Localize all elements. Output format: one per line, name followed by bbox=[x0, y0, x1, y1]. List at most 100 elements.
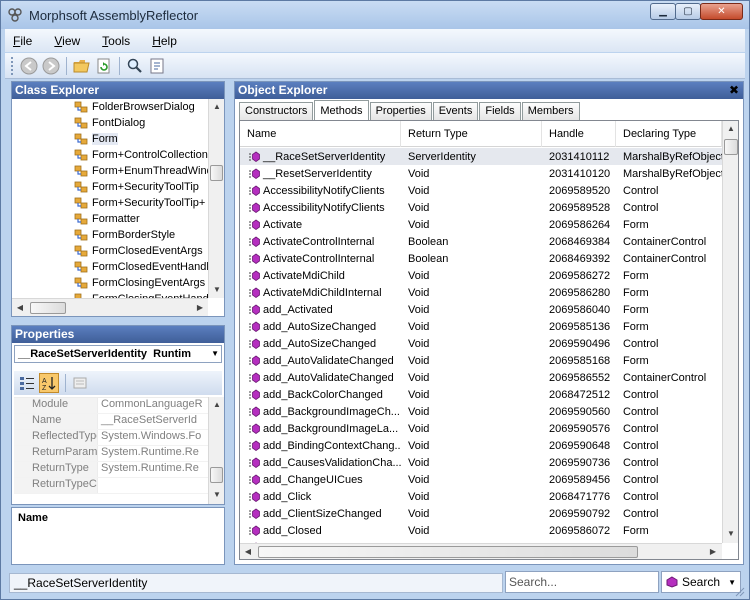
tab-properties[interactable]: Properties bbox=[369, 102, 432, 120]
property-row[interactable]: Name __RaceSetServerId bbox=[14, 414, 208, 430]
maximize-button[interactable]: ▢ bbox=[675, 3, 701, 20]
cell-handle: 2069590648 bbox=[549, 439, 611, 452]
table-row[interactable]: ActivateMdiChildInternal Void 2069586280 Fo… bbox=[240, 284, 722, 301]
tab-constructors[interactable]: Constructors bbox=[239, 102, 314, 120]
title-bar[interactable]: Morphsoft AssemblyReflector ▁ ▢ ✕ bbox=[1, 1, 749, 29]
scroll-left-arrow-icon[interactable]: ◀ bbox=[12, 300, 28, 316]
table-row[interactable]: add_BackgroundImageCh... Void 2069590560 Co… bbox=[240, 403, 722, 420]
tree-item[interactable]: FontDialog bbox=[12, 115, 208, 131]
scroll-left-arrow-icon[interactable]: ◀ bbox=[240, 544, 256, 559]
alphabetical-button[interactable]: AZ bbox=[39, 373, 59, 393]
scroll-down-arrow-icon[interactable]: ▼ bbox=[209, 487, 225, 503]
column-header-name[interactable]: Name bbox=[240, 121, 401, 147]
table-row[interactable]: add_AutoSizeChanged Void 2069585136 Form bbox=[240, 318, 722, 335]
table-row[interactable]: __ResetServerIdentity Void 2031410120 Marsh… bbox=[240, 165, 722, 182]
forward-button[interactable] bbox=[40, 55, 62, 77]
tab-fields[interactable]: Fields bbox=[479, 102, 521, 120]
scroll-right-arrow-icon[interactable]: ▶ bbox=[705, 544, 721, 559]
tab-events[interactable]: Events bbox=[432, 102, 479, 120]
scroll-down-arrow-icon[interactable]: ▼ bbox=[209, 282, 225, 298]
scroll-thumb[interactable] bbox=[210, 165, 223, 181]
search-tool-button[interactable] bbox=[124, 55, 146, 77]
scroll-thumb[interactable] bbox=[258, 546, 638, 558]
column-header-return-type[interactable]: Return Type bbox=[401, 121, 542, 147]
member-selector-dropdown[interactable]: __RaceSetServerIdentity Runtim ▼ bbox=[14, 345, 222, 363]
minimize-button[interactable]: ▁ bbox=[650, 3, 676, 20]
tree-item[interactable]: Form+SecurityToolTip+ bbox=[12, 195, 208, 211]
tree-item[interactable]: Form+SecurityToolTip bbox=[12, 179, 208, 195]
column-header-declaring-type[interactable]: Declaring Type bbox=[616, 121, 722, 147]
scroll-up-arrow-icon[interactable]: ▲ bbox=[209, 397, 225, 413]
property-row[interactable]: Module CommonLanguageR bbox=[14, 398, 208, 414]
table-row[interactable]: Activate Void 2069586264 Form bbox=[240, 216, 722, 233]
refresh-button[interactable] bbox=[93, 55, 115, 77]
categorized-button[interactable] bbox=[17, 373, 37, 393]
table-row[interactable]: add_Closed Void 2069586072 Form bbox=[240, 522, 722, 539]
search-input[interactable] bbox=[505, 571, 659, 593]
scroll-thumb[interactable] bbox=[210, 467, 223, 483]
table-row[interactable]: ActivateControlInternal Boolean 2068469392… bbox=[240, 250, 722, 267]
scroll-down-arrow-icon[interactable]: ▼ bbox=[723, 526, 738, 542]
table-row[interactable]: add_CausesValidationCha... Void 2069590736… bbox=[240, 454, 722, 471]
menu-tools[interactable]: Tools bbox=[102, 34, 130, 48]
scroll-up-arrow-icon[interactable]: ▲ bbox=[209, 99, 225, 115]
tree-item[interactable]: Form+EnumThreadWind bbox=[12, 163, 208, 179]
tree-item[interactable]: FormClosingEventHandl bbox=[12, 291, 208, 298]
property-row[interactable]: ReturnParameterSystem.Runtime.Re bbox=[14, 446, 208, 462]
toolbar-grip[interactable] bbox=[11, 56, 14, 75]
table-row[interactable]: AccessibilityNotifyClients Void 2069589528… bbox=[240, 199, 722, 216]
cell-return-type: Void bbox=[408, 507, 430, 520]
table-row[interactable]: add_BindingContextChang... Void 2069590648… bbox=[240, 437, 722, 454]
property-row[interactable]: ReflectedType System.Windows.Fo bbox=[14, 430, 208, 446]
table-row[interactable]: AccessibilityNotifyClients Void 2069589520… bbox=[240, 182, 722, 199]
table-row[interactable]: add_BackgroundImageLa... Void 2069590576 Co… bbox=[240, 420, 722, 437]
property-row[interactable]: ReturnType System.Runtime.Re bbox=[14, 462, 208, 478]
close-icon[interactable]: ✖ bbox=[729, 82, 739, 99]
menu-view[interactable]: View bbox=[54, 34, 80, 48]
resize-grip-icon[interactable] bbox=[735, 587, 745, 597]
property-grid-vscrollbar[interactable]: ▲ ▼ bbox=[208, 397, 224, 504]
table-row[interactable]: __RaceSetServerIdentity ServerIdentity 203… bbox=[240, 148, 722, 165]
table-row[interactable]: add_BackColorChanged Void 2068472512 Contro… bbox=[240, 386, 722, 403]
properties-button[interactable] bbox=[146, 55, 168, 77]
table-row[interactable]: ActivateMdiChild Void 2069586272 Form bbox=[240, 267, 722, 284]
table-row[interactable]: add_AutoValidateChanged Void 2069585168 For… bbox=[240, 352, 722, 369]
scroll-thumb[interactable] bbox=[724, 139, 738, 155]
tree-item[interactable]: FormClosedEventArgs bbox=[12, 243, 208, 259]
scroll-thumb[interactable] bbox=[30, 302, 66, 314]
class-tree-hscrollbar[interactable]: ◀ ▶ bbox=[12, 298, 208, 316]
tree-item[interactable]: FormClosedEventHandl bbox=[12, 259, 208, 275]
scroll-up-arrow-icon[interactable]: ▲ bbox=[723, 121, 738, 137]
property-value bbox=[98, 478, 208, 493]
members-list-vscrollbar[interactable]: ▲ ▼ bbox=[722, 121, 738, 543]
close-button[interactable]: ✕ bbox=[700, 3, 743, 20]
back-button[interactable] bbox=[18, 55, 40, 77]
class-tree-vscrollbar[interactable]: ▲ ▼ bbox=[208, 99, 224, 298]
menu-help[interactable]: Help bbox=[152, 34, 177, 48]
tree-item[interactable]: FormClosingEventArgs bbox=[12, 275, 208, 291]
property-row[interactable]: ReturnTypeCustom bbox=[14, 478, 208, 494]
method-name: add_ChangeUICues bbox=[263, 473, 363, 486]
tree-item[interactable]: FormBorderStyle bbox=[12, 227, 208, 243]
table-row[interactable]: add_AutoSizeChanged Void 2069590496 Control bbox=[240, 335, 722, 352]
property-pages-button[interactable] bbox=[70, 373, 90, 393]
table-row[interactable]: add_Click Void 2068471776 Control bbox=[240, 488, 722, 505]
tree-item[interactable]: Form bbox=[12, 131, 208, 147]
menu-file[interactable]: File bbox=[13, 34, 32, 48]
table-row[interactable]: add_Activated Void 2069586040 Form bbox=[240, 301, 722, 318]
table-row[interactable]: ActivateControlInternal Boolean 2068469384… bbox=[240, 233, 722, 250]
tree-item[interactable]: Form+ControlCollection bbox=[12, 147, 208, 163]
table-row[interactable]: add_ClientSizeChanged Void 2069590792 Contr… bbox=[240, 505, 722, 522]
tree-item[interactable]: Formatter bbox=[12, 211, 208, 227]
table-row[interactable]: add_ChangeUICues Void 2069589456 Control bbox=[240, 471, 722, 488]
table-row[interactable]: add_AutoValidateChanged Void 2069586552 Con… bbox=[240, 369, 722, 386]
members-list-hscrollbar[interactable]: ◀ ▶ bbox=[240, 543, 722, 559]
cell-declaring-type: Control bbox=[623, 439, 659, 452]
tab-methods[interactable]: Methods bbox=[314, 100, 369, 121]
tree-item[interactable]: FolderBrowserDialog bbox=[12, 99, 208, 115]
tab-members[interactable]: Members bbox=[521, 102, 580, 120]
open-button[interactable] bbox=[71, 55, 93, 77]
scroll-right-arrow-icon[interactable]: ▶ bbox=[192, 300, 208, 316]
search-button[interactable]: Search ▼ bbox=[661, 571, 741, 593]
column-header-handle[interactable]: Handle bbox=[542, 121, 616, 147]
